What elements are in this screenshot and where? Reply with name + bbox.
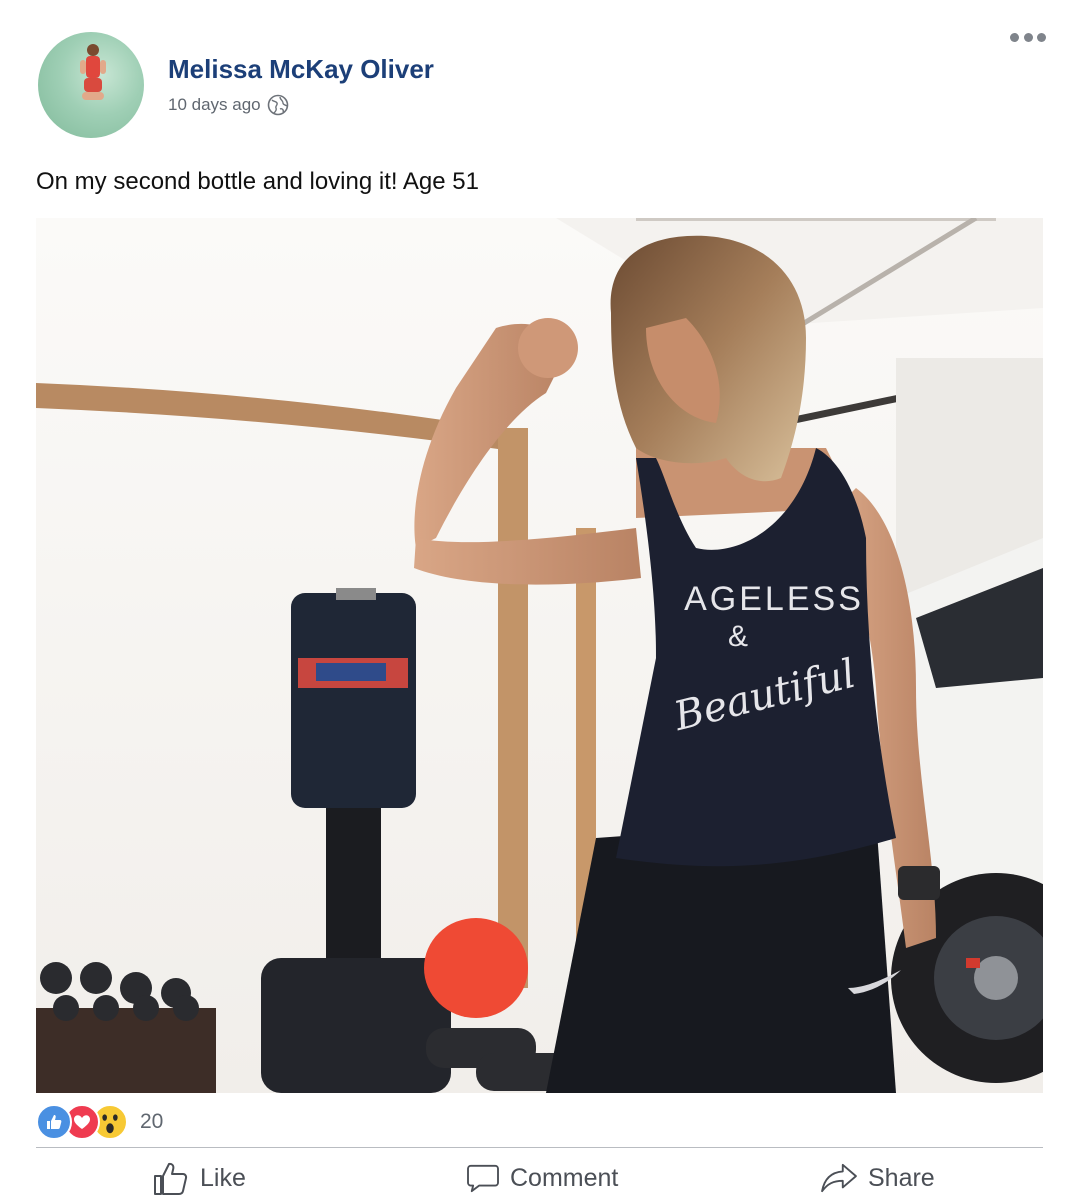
comment-label: Comment	[510, 1163, 619, 1192]
post-meta: 10 days ago	[168, 94, 289, 116]
action-bar: Like Comment Share	[36, 1150, 1043, 1200]
like-button[interactable]: Like	[150, 1158, 246, 1198]
globe-icon[interactable]	[267, 94, 289, 116]
more-options-icon[interactable]	[1010, 26, 1046, 48]
more-dot	[1010, 32, 1019, 42]
more-dot	[1037, 32, 1046, 42]
action-divider	[36, 1147, 1043, 1148]
post-photo[interactable]: AGELESS & Beautiful	[36, 218, 1043, 1093]
comment-button[interactable]: Comment	[466, 1158, 618, 1198]
avatar[interactable]	[38, 32, 144, 138]
post-photo-image: AGELESS & Beautiful	[36, 218, 1043, 1093]
post-text: On my second bottle and loving it! Age 5…	[36, 168, 479, 195]
share-button[interactable]: Share	[820, 1158, 935, 1198]
like-icon	[36, 1104, 72, 1140]
comment-icon	[467, 1164, 499, 1193]
shirt-text-line1: AGELESS	[684, 580, 864, 618]
post-timestamp[interactable]: 10 days ago	[168, 95, 261, 115]
avatar-photo	[80, 44, 106, 100]
share-icon	[821, 1163, 857, 1193]
shirt-text-line2: &	[728, 620, 748, 653]
share-label: Share	[868, 1163, 935, 1192]
more-dot	[1023, 32, 1033, 42]
reaction-count: 20	[140, 1110, 164, 1133]
thumbs-up-icon	[154, 1162, 188, 1195]
like-label: Like	[200, 1163, 246, 1192]
reactions-summary[interactable]: 20	[36, 1103, 163, 1141]
post-header: Melissa McKay Oliver 10 days ago	[38, 32, 1048, 144]
author-name[interactable]: Melissa McKay Oliver	[168, 54, 434, 85]
